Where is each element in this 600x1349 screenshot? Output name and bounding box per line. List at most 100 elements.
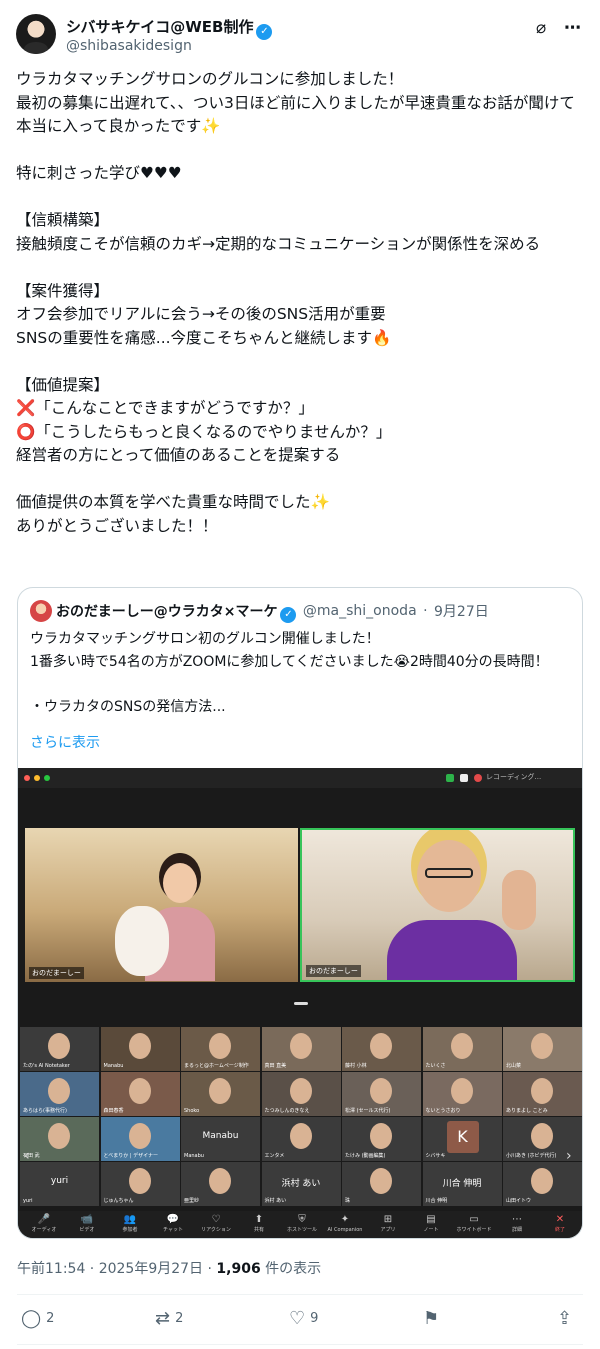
- zoom-toolbar-button[interactable]: ⋯ 詳細: [497, 1214, 537, 1234]
- zoom-titlebar: レコーディング...: [18, 768, 582, 788]
- participant-name: シバサキ: [425, 1153, 446, 1159]
- participant-name: たけみ (動画編集): [345, 1153, 386, 1159]
- participant-name: 松澤 (セールス代行): [345, 1108, 391, 1114]
- toolbar-label: ビデオ: [79, 1227, 95, 1233]
- action-bar: ◯ 2 ⇄ 2 ♡ 9 ⚑ ⇪: [17, 1296, 583, 1342]
- participant-tile: 真田 直美: [261, 1027, 341, 1071]
- participant-tile: 浜村 あい 浜村 あい: [261, 1162, 341, 1206]
- grid-next-arrow-icon[interactable]: ›: [566, 1148, 572, 1164]
- author-name-row[interactable]: シバサキケイコ@WEB制作 ✓: [66, 16, 273, 40]
- toolbar-icon: ⋯: [512, 1214, 522, 1225]
- toolbar-label: ホワイトボード: [456, 1227, 492, 1233]
- zoom-toolbar-button[interactable]: ✕ 終了: [540, 1214, 580, 1234]
- grok-icon[interactable]: ⌀: [536, 18, 546, 38]
- participant-tile: じゅんちゃん: [100, 1162, 180, 1206]
- zoom-toolbar-button[interactable]: ⛨ ホストツール: [282, 1214, 322, 1234]
- participant-tile: たの's AI Notetaker: [20, 1027, 99, 1071]
- participant-name: yuri: [23, 1198, 33, 1204]
- more-options-icon[interactable]: ⋯: [564, 18, 581, 38]
- participant-name: 山田イトウ: [506, 1198, 532, 1204]
- participant-face: [531, 1123, 553, 1149]
- toolbar-label: リアクション: [201, 1227, 231, 1233]
- participant-name: 珠: [345, 1198, 351, 1204]
- participant-face: [48, 1123, 70, 1149]
- zoom-toolbar-button[interactable]: 💬 チャット: [153, 1214, 193, 1234]
- participant-tile: 石田 武: [20, 1117, 99, 1161]
- participant-name: 小川あき (ホビデ代行): [506, 1153, 557, 1159]
- view-count: 1,906: [216, 1261, 261, 1277]
- repost-button[interactable]: ⇄ 2: [155, 1308, 183, 1329]
- reply-button[interactable]: ◯ 2: [21, 1308, 54, 1329]
- zoom-toolbar-button[interactable]: 🎤 オーディオ: [24, 1214, 64, 1234]
- initial-avatar: K: [446, 1121, 479, 1153]
- participant-face: [531, 1168, 553, 1194]
- participant-face: [48, 1078, 70, 1104]
- participant-display-name: 浜村 あい: [281, 1179, 321, 1189]
- participant-tile: K シバサキ: [422, 1117, 502, 1161]
- participant-name: ないとうさおり: [425, 1108, 461, 1114]
- participant-tile: ありまよし ことみ: [503, 1072, 582, 1116]
- author-name[interactable]: シバサキケイコ@WEB制作: [66, 18, 253, 36]
- toolbar-label: 詳細: [511, 1227, 522, 1233]
- participant-face: [128, 1033, 151, 1059]
- like-button[interactable]: ♡ 9: [289, 1308, 318, 1329]
- quoted-tweet[interactable]: おのだまーしー@ウラカタ×マーケ ✓ @ma_shi_onoda · 9月27日 …: [17, 587, 583, 1239]
- zoom-screenshot[interactable]: レコーディング... おのだまーしー おのだまーしー たの's AI Notet…: [18, 768, 582, 1238]
- zoom-toolbar-button[interactable]: 📹 ビデオ: [67, 1214, 107, 1234]
- zoom-toolbar-button[interactable]: ✦ AI Companion: [325, 1214, 365, 1234]
- participant-face: [128, 1078, 151, 1104]
- tweet-timestamp[interactable]: 午前11:54 · 2025年9月27日 · 1,906 件の表示: [17, 1258, 321, 1278]
- author-handle[interactable]: @shibasakidesign: [66, 38, 192, 54]
- quoted-header: おのだまーしー@ウラカタ×マーケ ✓ @ma_shi_onoda · 9月27日: [30, 600, 489, 623]
- shield-icon: [446, 774, 454, 782]
- divider: [17, 1344, 583, 1345]
- grid-prev-arrow-icon[interactable]: ‹: [24, 1148, 30, 1164]
- repost-count: 2: [175, 1311, 184, 1326]
- bookmark-button[interactable]: ⚑: [423, 1308, 444, 1329]
- participant-face: [209, 1168, 231, 1194]
- toolbar-icon: ⛨: [298, 1214, 306, 1225]
- zoom-toolbar-button[interactable]: ♡ リアクション: [196, 1214, 236, 1234]
- toolbar-label: ホストツール: [286, 1227, 317, 1233]
- toolbar-label: ノート: [423, 1227, 439, 1233]
- reply-count: 2: [46, 1311, 55, 1326]
- maximize-dot-icon: [44, 775, 50, 781]
- participant-name: 藤村 小林: [345, 1063, 367, 1069]
- participant-tile: 森田春香: [100, 1072, 180, 1116]
- share-button[interactable]: ⇪: [557, 1308, 577, 1329]
- author-avatar[interactable]: [16, 14, 56, 54]
- participant-name: たの's AI Notetaker: [23, 1063, 70, 1069]
- participant-face: [289, 1123, 312, 1149]
- toolbar-icon: ✕: [555, 1214, 565, 1225]
- participant-name: 亜里紗: [184, 1198, 200, 1204]
- zoom-toolbar-button[interactable]: ⊞ アプリ: [368, 1214, 408, 1234]
- zoom-toolbar-button[interactable]: ⬆ 共有: [239, 1214, 279, 1234]
- toolbar-label: チャット: [163, 1227, 183, 1233]
- participant-face: [531, 1033, 553, 1059]
- repost-icon: ⇄: [155, 1308, 171, 1329]
- main-video-tile-left: おのだまーしー: [25, 828, 298, 982]
- participant-tile: 川合 伸明 川合 伸明: [422, 1162, 502, 1206]
- toolbar-icon: ▤: [426, 1214, 436, 1225]
- participant-name: 真田 直美: [264, 1063, 287, 1069]
- zoom-toolbar-button[interactable]: ▭ ホワイトボード: [454, 1214, 494, 1234]
- divider: [17, 1294, 583, 1295]
- participant-face: [370, 1078, 392, 1104]
- zoom-toolbar-button[interactable]: 👥 参加者: [110, 1214, 150, 1234]
- participant-name: 森田春香: [103, 1108, 124, 1114]
- participant-name: Manabu: [103, 1063, 124, 1069]
- show-more-link[interactable]: さらに表示: [30, 732, 100, 752]
- participant-face: [128, 1168, 151, 1194]
- participant-name: たつみしんのきなえ: [264, 1108, 310, 1114]
- participant-face: [450, 1078, 473, 1104]
- zoom-toolbar-button[interactable]: ▤ ノート: [411, 1214, 451, 1234]
- share-icon: ⇪: [557, 1308, 573, 1329]
- toolbar-label: オーディオ: [31, 1227, 57, 1233]
- toolbar-label: 終了: [554, 1227, 565, 1233]
- resize-handle[interactable]: [294, 1002, 308, 1005]
- quoted-text: ウラカタマッチングサロン初のグルコン開催しました！ 1番多い時で54名の方がZO…: [30, 631, 549, 715]
- timestamp-text: 午前11:54 · 2025年9月27日 ·: [17, 1261, 217, 1277]
- participant-name: たいくさ: [425, 1063, 446, 1069]
- participant-tile: 亜里紗: [181, 1162, 260, 1206]
- participant-name: 川合 伸明: [425, 1198, 448, 1204]
